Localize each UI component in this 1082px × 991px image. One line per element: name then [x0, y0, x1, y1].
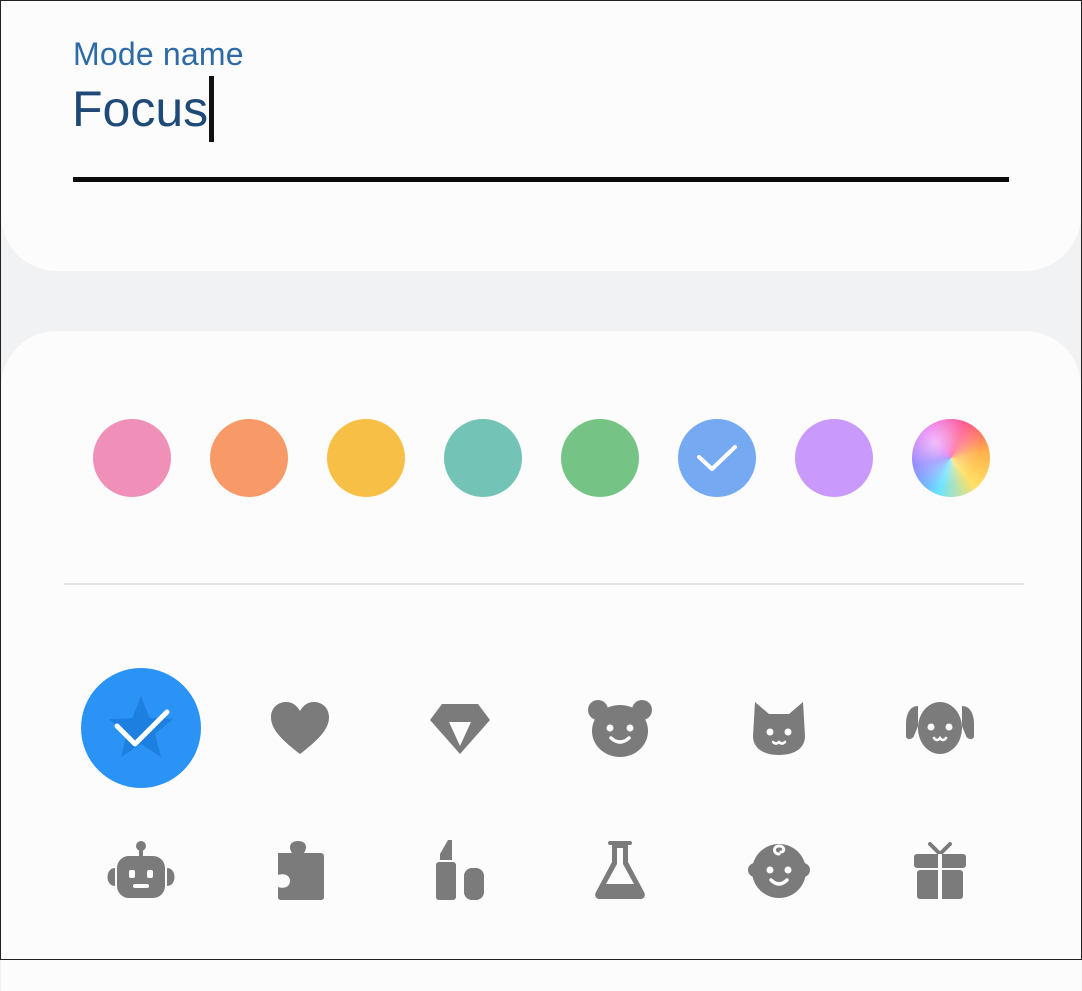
flask-icon	[595, 841, 645, 899]
gift-icon	[914, 842, 966, 899]
icon-option-star[interactable]	[81, 668, 201, 788]
color-swatch-teal[interactable]	[444, 419, 522, 497]
icon-option-bear[interactable]	[560, 668, 680, 788]
text-caret	[209, 76, 215, 142]
icon-option-gift[interactable]	[880, 810, 1000, 930]
icon-option-cat[interactable]	[719, 668, 839, 788]
rainbow-highlight	[912, 419, 990, 497]
mode-name-value[interactable]: Focus	[72, 76, 208, 142]
section-divider	[64, 583, 1024, 585]
color-swatch-rainbow[interactable]	[912, 419, 990, 497]
color-swatch-green[interactable]	[561, 419, 639, 497]
color-swatch-purple[interactable]	[795, 419, 873, 497]
diamond-icon	[430, 704, 490, 754]
robot-icon	[107, 841, 175, 898]
star-icon	[109, 696, 173, 757]
mode-name-underline	[73, 177, 1009, 182]
icon-option-robot[interactable]	[81, 810, 201, 930]
check-icon	[697, 445, 737, 471]
icon-option-diamond[interactable]	[400, 668, 520, 788]
icon-option-puzzle[interactable]	[240, 810, 360, 930]
icon-option-dog[interactable]	[880, 668, 1000, 788]
icon-option-heart[interactable]	[240, 668, 360, 788]
color-swatch-blue[interactable]	[678, 419, 756, 497]
mode-name-label: Mode name	[73, 36, 244, 72]
icon-option-lipstick[interactable]	[400, 810, 520, 930]
puzzle-icon	[278, 841, 324, 900]
lipstick-icon	[436, 840, 484, 900]
color-swatch-yellow[interactable]	[327, 419, 405, 497]
color-swatch-orange[interactable]	[210, 419, 288, 497]
heart-icon	[271, 702, 329, 754]
dog-icon	[906, 702, 974, 754]
icon-option-baby[interactable]	[719, 810, 839, 930]
cat-icon	[753, 702, 805, 755]
bear-icon	[588, 700, 652, 757]
mode-name-field[interactable]: Focus	[72, 76, 215, 142]
color-swatch-pink[interactable]	[93, 419, 171, 497]
icon-option-flask[interactable]	[560, 810, 680, 930]
baby-icon	[748, 844, 810, 898]
